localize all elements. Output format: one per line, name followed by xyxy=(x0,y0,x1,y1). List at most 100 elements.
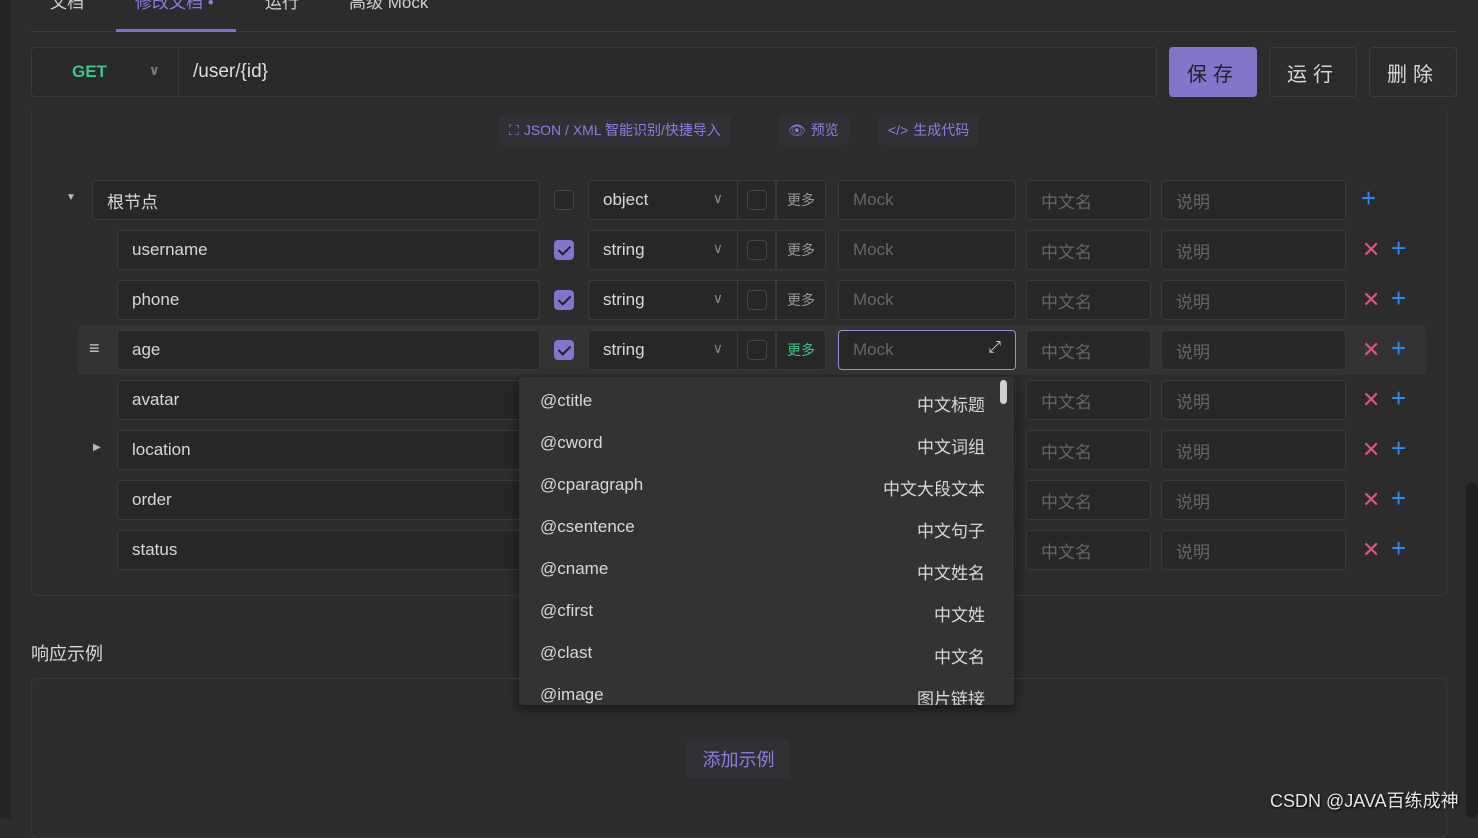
dropdown-item[interactable]: @cfirst 中文姓 xyxy=(540,601,985,625)
mock-label: 中文句子 xyxy=(917,522,985,541)
mock-key: @ctitle xyxy=(540,391,593,410)
delete-field-icon[interactable]: ✕ xyxy=(1362,489,1380,511)
chevron-down-icon: ∨ xyxy=(712,240,723,256)
delete-button[interactable]: 删除 xyxy=(1369,47,1457,97)
description-input[interactable]: 说明 xyxy=(1161,230,1346,270)
url-input[interactable]: /user/{id} xyxy=(179,48,268,96)
expand-icon[interactable]: ⤢ xyxy=(988,339,1001,357)
dropdown-item[interactable]: @ctitle 中文标题 xyxy=(540,391,985,415)
field-name-input[interactable]: phone xyxy=(117,280,540,320)
chinese-name-input[interactable]: 中文名 xyxy=(1026,530,1151,570)
chinese-name-input[interactable]: 中文名 xyxy=(1026,380,1151,420)
drag-handle-icon[interactable]: ≡ xyxy=(89,338,100,359)
chevron-down-icon: ∨ xyxy=(712,190,723,206)
caret-right-icon[interactable]: ▶ xyxy=(93,442,101,453)
dropdown-item[interactable]: @clast 中文名 xyxy=(540,643,985,667)
chinese-name-input[interactable]: 中文名 xyxy=(1026,330,1151,370)
required-checkbox[interactable] xyxy=(554,340,574,360)
type-select[interactable]: string ∨ xyxy=(588,230,738,270)
more-button[interactable]: 更多 xyxy=(776,230,826,270)
field-name-input[interactable]: age xyxy=(117,330,540,370)
nullable-cell xyxy=(737,330,776,370)
method-select[interactable]: GET ∨ xyxy=(32,48,179,96)
chinese-name-input[interactable]: 中文名 xyxy=(1026,480,1151,520)
description-input[interactable]: 说明 xyxy=(1161,330,1346,370)
dropdown-item[interactable]: @cword 中文词组 xyxy=(540,433,985,457)
add-field-icon[interactable]: + xyxy=(1391,485,1406,511)
tab-advanced-mock[interactable]: 高级 Mock xyxy=(349,0,428,13)
caret-down-icon[interactable]: ▼ xyxy=(66,192,76,203)
nullable-checkbox[interactable] xyxy=(747,190,767,210)
mock-dropdown: @ctitle 中文标题 @cword 中文词组 @cparagraph 中文大段文本 @c… xyxy=(519,377,1014,705)
required-checkbox[interactable] xyxy=(554,190,574,210)
chinese-name-input[interactable]: 中文名 xyxy=(1026,280,1151,320)
field-name-input[interactable]: location xyxy=(117,430,540,470)
mock-input[interactable]: Mock xyxy=(838,180,1016,220)
chinese-name-input[interactable]: 中文名 xyxy=(1026,430,1151,470)
chinese-name-input[interactable]: 中文名 xyxy=(1026,230,1151,270)
mock-key: @cname xyxy=(540,559,609,578)
delete-field-icon[interactable]: ✕ xyxy=(1362,389,1380,411)
save-button[interactable]: 保存 xyxy=(1169,47,1257,97)
delete-field-icon[interactable]: ✕ xyxy=(1362,539,1380,561)
page-scrollbar[interactable] xyxy=(1466,483,1478,818)
mock-input[interactable]: Mock xyxy=(838,280,1016,320)
tab-edit-docs[interactable]: 修改文档 • xyxy=(135,0,214,13)
add-field-icon[interactable]: + xyxy=(1391,535,1406,561)
dropdown-item[interactable]: @cname 中文姓名 xyxy=(540,559,985,583)
add-field-icon[interactable]: + xyxy=(1391,285,1406,311)
type-select[interactable]: string ∨ xyxy=(588,280,738,320)
mock-label: 中文姓名 xyxy=(917,564,985,583)
required-checkbox[interactable] xyxy=(554,240,574,260)
dropdown-scrollbar[interactable] xyxy=(1000,380,1007,404)
nullable-checkbox[interactable] xyxy=(747,290,767,310)
add-field-icon[interactable]: + xyxy=(1391,435,1406,461)
delete-field-icon[interactable]: ✕ xyxy=(1362,339,1380,361)
tab-docs[interactable]: 文档 xyxy=(50,0,84,13)
chevron-down-icon: ∨ xyxy=(712,340,723,356)
nullable-cell xyxy=(737,280,776,320)
description-input[interactable]: 说明 xyxy=(1161,180,1346,220)
run-button[interactable]: 运行 xyxy=(1269,47,1357,97)
description-input[interactable]: 说明 xyxy=(1161,530,1346,570)
field-name-input[interactable]: 根节点 xyxy=(92,180,540,220)
description-input[interactable]: 说明 xyxy=(1161,280,1346,320)
field-name-input[interactable]: username xyxy=(117,230,540,270)
add-field-icon[interactable]: + xyxy=(1361,185,1376,211)
mock-input[interactable]: Mock ⤢ xyxy=(838,330,1016,370)
add-field-icon[interactable]: + xyxy=(1391,335,1406,361)
dropdown-item[interactable]: @csentence 中文句子 xyxy=(540,517,985,541)
chinese-name-input[interactable]: 中文名 xyxy=(1026,180,1151,220)
chinese-name-placeholder: 中文名 xyxy=(1041,292,1092,312)
active-tab-indicator xyxy=(116,29,236,32)
required-checkbox[interactable] xyxy=(554,290,574,310)
mock-input[interactable]: Mock xyxy=(838,230,1016,270)
more-button[interactable]: 更多 xyxy=(776,330,826,370)
nullable-checkbox[interactable] xyxy=(747,340,767,360)
field-name-input[interactable]: avatar xyxy=(117,380,540,420)
more-button[interactable]: 更多 xyxy=(776,180,826,220)
delete-field-icon[interactable]: ✕ xyxy=(1362,439,1380,461)
nullable-checkbox[interactable] xyxy=(747,240,767,260)
import-button[interactable]: ⛶ JSON / XML 智能识别/快捷导入 xyxy=(499,115,731,145)
type-select[interactable]: object ∨ xyxy=(588,180,738,220)
description-input[interactable]: 说明 xyxy=(1161,480,1346,520)
add-field-icon[interactable]: + xyxy=(1391,235,1406,261)
left-panel-edge xyxy=(0,0,11,818)
mock-key: @cword xyxy=(540,433,603,452)
field-name-input[interactable]: status xyxy=(117,530,540,570)
chinese-name-placeholder: 中文名 xyxy=(1041,242,1092,262)
dropdown-item[interactable]: @cparagraph 中文大段文本 xyxy=(540,475,985,499)
add-field-icon[interactable]: + xyxy=(1391,385,1406,411)
generate-code-button[interactable]: </> 生成代码 xyxy=(878,115,980,145)
delete-field-icon[interactable]: ✕ xyxy=(1362,239,1380,261)
delete-field-icon[interactable]: ✕ xyxy=(1362,289,1380,311)
field-name-input[interactable]: order xyxy=(117,480,540,520)
description-input[interactable]: 说明 xyxy=(1161,430,1346,470)
tab-run[interactable]: 运行 xyxy=(265,0,299,13)
more-button[interactable]: 更多 xyxy=(776,280,826,320)
add-example-button[interactable]: 添加示例 xyxy=(687,740,790,778)
type-select[interactable]: string ∨ xyxy=(588,330,738,370)
preview-button[interactable]: 👁 预览 xyxy=(778,115,849,145)
description-input[interactable]: 说明 xyxy=(1161,380,1346,420)
